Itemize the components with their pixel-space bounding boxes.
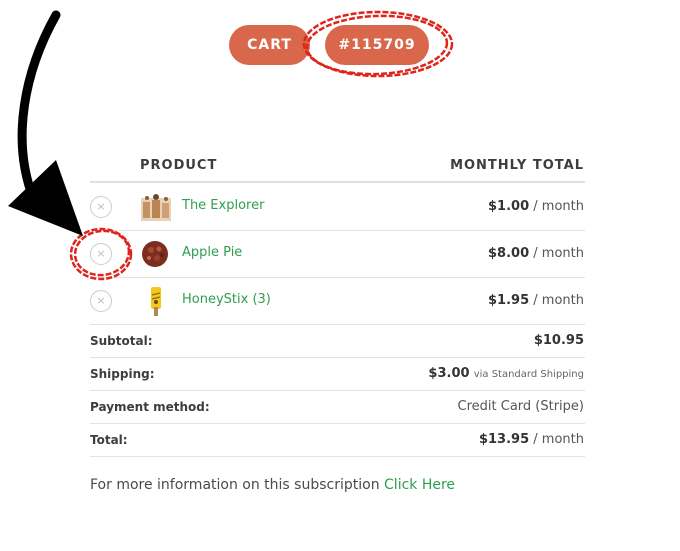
remove-item-button[interactable]: × — [90, 290, 112, 312]
item-price: $1.95 / month — [488, 293, 584, 308]
item-price-period: / month — [533, 246, 584, 261]
subscription-info: For more information on this subscriptio… — [90, 477, 455, 493]
subscription-info-text: For more information on this subscriptio… — [90, 477, 380, 493]
row-divider — [90, 456, 585, 457]
click-here-link[interactable]: Click Here — [384, 477, 455, 493]
subtotal-value: $10.95 — [534, 333, 584, 348]
shipping-value: $3.00 via Standard Shipping — [428, 366, 584, 381]
total-period: / month — [533, 432, 584, 447]
remove-icon: × — [96, 294, 106, 307]
honeystix-product-thumbnail[interactable] — [140, 285, 172, 316]
item-price-period: / month — [533, 293, 584, 308]
remove-item-button[interactable]: × — [90, 196, 112, 218]
total-amount: $13.95 — [478, 432, 530, 447]
item-price-value: $1.95 — [488, 293, 530, 308]
row-divider — [90, 357, 585, 358]
payment-method-value: Credit Card (Stripe) — [457, 399, 584, 414]
cart-button-label: CART — [247, 37, 292, 53]
shipping-amount: $3.00 — [428, 366, 470, 381]
shipping-method: via Standard Shipping — [473, 369, 584, 380]
product-link-apple-pie[interactable]: Apple Pie — [182, 245, 242, 260]
subtotal-amount: $10.95 — [533, 333, 584, 348]
apple-pie-product-thumbnail[interactable] — [140, 239, 172, 269]
row-divider — [90, 277, 585, 278]
item-price-value: $1.00 — [488, 199, 530, 214]
row-divider — [90, 423, 585, 424]
remove-item-button[interactable]: × — [90, 243, 112, 265]
row-divider — [90, 230, 585, 231]
product-link-honeystix[interactable]: HoneyStix (3) — [182, 292, 271, 307]
row-divider — [90, 390, 585, 391]
item-price-period: / month — [533, 199, 584, 214]
item-price: $8.00 / month — [488, 246, 584, 261]
subtotal-label: Subtotal: — [90, 334, 153, 348]
annotation-overlay — [8, 10, 454, 281]
header-divider — [90, 181, 585, 183]
product-link-the-explorer[interactable]: The Explorer — [182, 198, 264, 213]
order-number-button[interactable]: #115709 — [325, 25, 429, 65]
item-price: $1.00 / month — [488, 199, 584, 214]
explorer-product-thumbnail[interactable] — [140, 192, 172, 222]
arrow-icon — [8, 10, 83, 236]
payment-method-label: Payment method: — [90, 400, 210, 414]
remove-icon: × — [96, 200, 106, 213]
remove-icon: × — [96, 247, 106, 260]
product-column-header: PRODUCT — [140, 158, 218, 173]
total-label: Total: — [90, 433, 128, 447]
cart-button[interactable]: CART — [229, 25, 310, 65]
monthly-total-column-header: MONTHLY TOTAL — [450, 158, 584, 173]
item-price-value: $8.00 — [488, 246, 530, 261]
order-number-label: #115709 — [338, 37, 416, 53]
shipping-label: Shipping: — [90, 367, 155, 381]
row-divider — [90, 324, 585, 325]
total-value: $13.95 / month — [479, 432, 584, 447]
